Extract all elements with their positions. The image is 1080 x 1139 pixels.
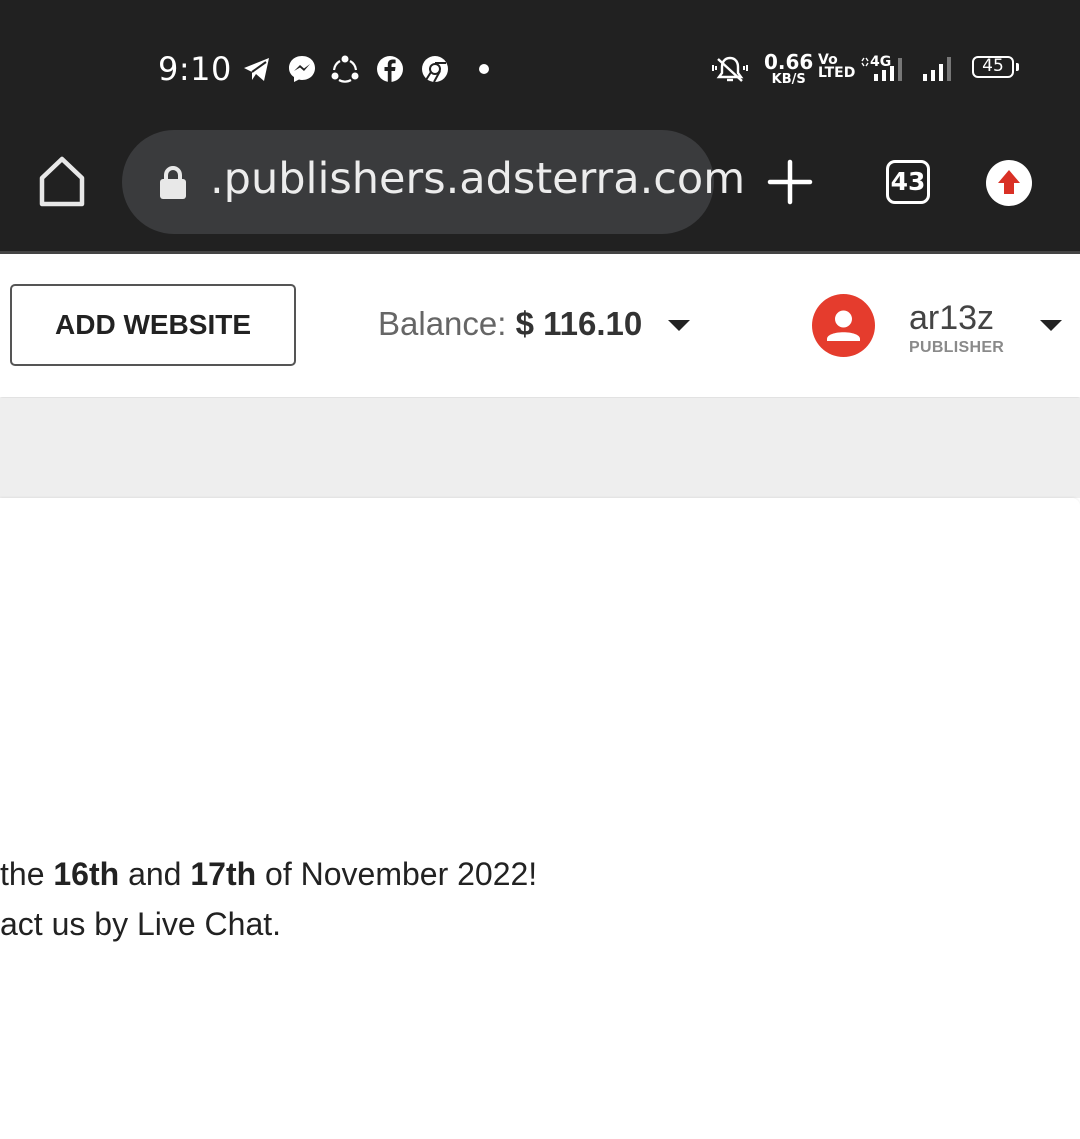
volte-indicator: Vo LTED	[818, 53, 856, 81]
balance-caret-icon[interactable]	[668, 320, 690, 331]
balance-dropdown[interactable]: Balance: $ 116.10	[378, 305, 642, 343]
add-website-button[interactable]: ADD WEBSITE	[10, 284, 296, 366]
home-icon[interactable]	[36, 154, 88, 210]
signal-bars-icon	[923, 57, 951, 81]
user-name[interactable]: ar13z	[909, 299, 994, 338]
browser-toolbar: .publishers.adsterra.com 43	[0, 130, 1080, 254]
user-role: PUBLISHER	[909, 339, 1005, 356]
battery-indicator: 45	[972, 56, 1019, 78]
lock-icon	[160, 166, 186, 199]
share-icon	[331, 55, 359, 83]
notice-date-1: 16th	[53, 856, 120, 892]
network-speed-unit: KB/S	[771, 72, 806, 87]
signal-bars-icon	[861, 57, 902, 81]
bell-off-icon	[712, 56, 748, 82]
messenger-icon	[289, 56, 315, 82]
notice-line-1: the 16th and 17th of November 2022!	[0, 856, 537, 893]
more-notifications-dot	[479, 64, 489, 74]
avatar[interactable]	[812, 294, 875, 357]
user-menu-caret-icon[interactable]	[1040, 320, 1062, 331]
telegram-icon	[244, 58, 269, 81]
url-text: .publishers.adsterra.com	[210, 154, 746, 204]
user-icon	[827, 310, 860, 341]
update-arrow-icon	[998, 170, 1020, 194]
facebook-icon	[377, 56, 403, 82]
notice-line-2: act us by Live Chat.	[0, 906, 282, 942]
dashboard-header: ADD WEBSITE Balance: $ 116.10 ar13z PUBL…	[0, 257, 1080, 397]
volte-bottom: LTED	[818, 65, 856, 81]
notice-text: and	[119, 856, 191, 892]
notice-text: the	[0, 856, 54, 892]
signal-4g: 4G	[860, 54, 910, 82]
balance-amount: $ 116.10	[515, 305, 643, 342]
page-background-band	[0, 398, 1080, 498]
status-time: 9:10	[158, 50, 232, 88]
update-button[interactable]	[986, 160, 1032, 206]
notice-date-2: 17th	[190, 856, 257, 892]
status-bar: 9:10 0.66 KB/S Vo LTED 4G 45	[0, 0, 1080, 130]
tab-switcher-button[interactable]: 43	[886, 160, 930, 204]
url-bar[interactable]: .publishers.adsterra.com	[122, 130, 745, 234]
new-tab-plus-icon[interactable]	[766, 158, 814, 206]
chrome-icon	[422, 56, 448, 83]
notice-text: of November 2022!	[256, 856, 538, 892]
notice-card: the 16th and 17th of November 2022! act …	[0, 498, 1080, 1139]
network-speed-value: 0.66	[764, 50, 814, 74]
balance-label: Balance:	[378, 305, 507, 342]
network-speed: 0.66 KB/S	[764, 52, 813, 86]
